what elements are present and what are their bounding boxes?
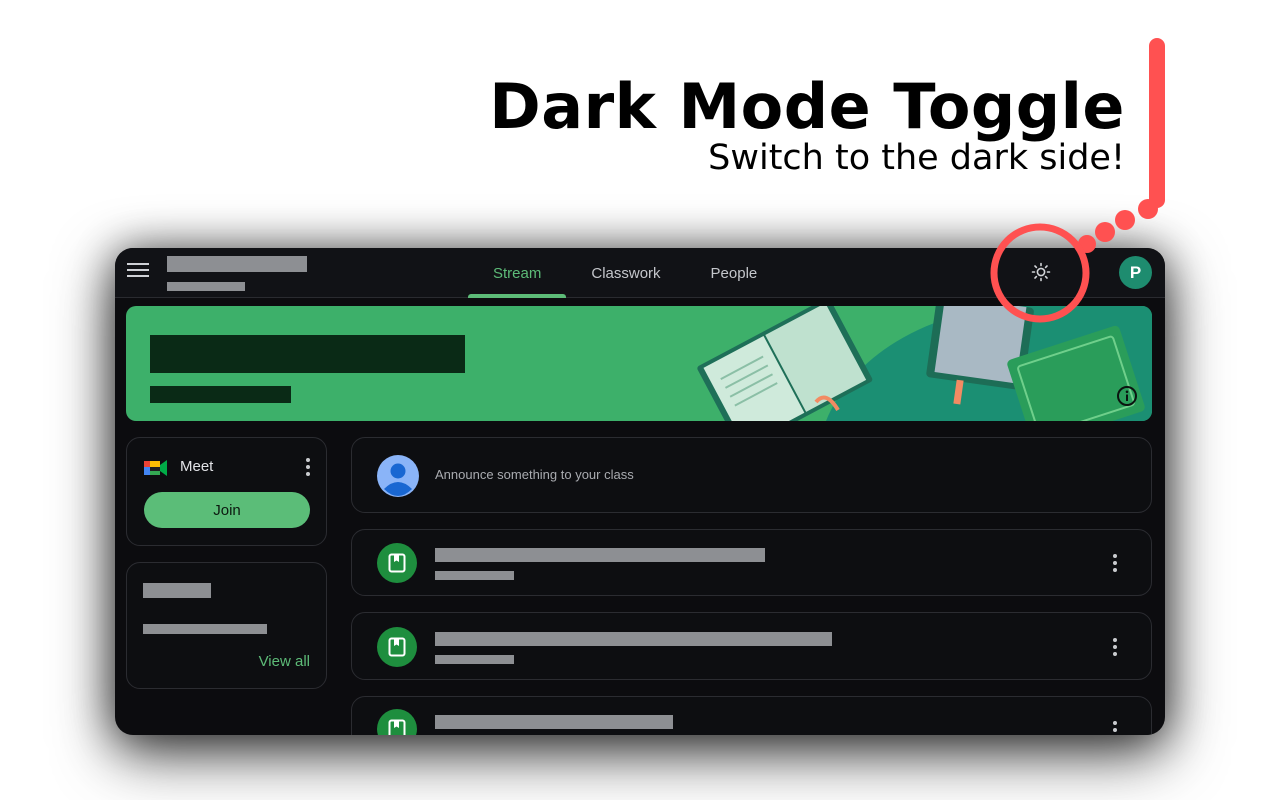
view-all-link[interactable]: View all [259,653,310,670]
theme-toggle-button[interactable] [1026,257,1056,287]
meet-card: Meet Join [126,437,327,546]
upcoming-title-redacted [143,583,211,598]
tab-classwork[interactable]: Classwork [566,248,685,298]
assignment-icon [377,709,417,735]
class-banner [126,306,1152,421]
main-menu-icon[interactable] [127,263,149,283]
post-more-icon[interactable] [1107,636,1123,658]
post-more-icon[interactable] [1107,552,1123,574]
class-title-redacted [167,256,307,272]
assignment-icon [377,627,417,667]
info-icon[interactable] [1116,385,1138,407]
promo-subtitle: Switch to the dark side! [708,138,1125,178]
sun-icon [1031,262,1051,282]
meet-more-icon[interactable] [300,456,316,478]
announce-input[interactable]: Announce something to your class [435,467,634,482]
class-name-redacted [150,335,465,373]
tab-stream[interactable]: Stream [468,248,567,298]
upcoming-card: View all [126,562,327,689]
classroom-window: Stream Classwork People P Meet Join View… [115,248,1165,735]
assignment-icon [377,543,417,583]
stream-post[interactable] [351,529,1152,596]
meet-icon [144,460,167,476]
account-avatar[interactable]: P [1119,256,1152,289]
post-more-icon[interactable] [1107,719,1123,735]
user-avatar-icon [377,455,419,497]
announce-card[interactable]: Announce something to your class [351,437,1152,513]
post-title-redacted [435,715,673,729]
upcoming-text-redacted [143,624,267,634]
post-date-redacted [435,571,514,580]
stream-post[interactable] [351,612,1152,680]
post-date-redacted [435,655,514,664]
tab-people[interactable]: People [686,248,783,298]
top-app-bar: Stream Classwork People P [115,248,1165,298]
meet-label: Meet [180,458,214,475]
post-title-redacted [435,632,832,646]
more-vert-icon[interactable] [1077,262,1093,284]
promo-title: Dark Mode Toggle [489,70,1125,143]
post-title-redacted [435,548,765,562]
stream-post[interactable] [351,696,1152,735]
class-section-name-redacted [150,386,291,403]
tab-bar: Stream Classwork People [468,248,782,298]
class-section-redacted [167,282,245,291]
join-button[interactable]: Join [144,492,310,528]
